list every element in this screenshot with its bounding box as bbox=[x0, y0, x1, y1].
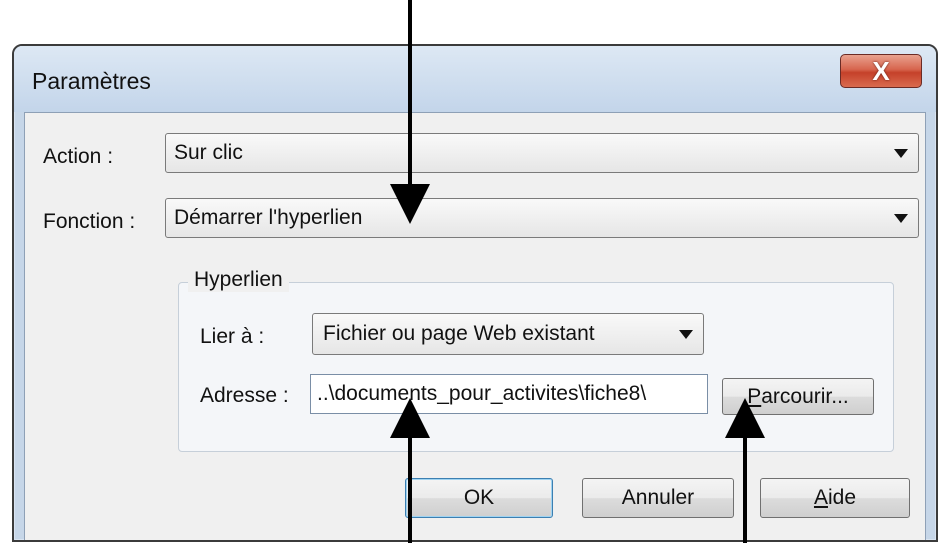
parcourir-button[interactable]: Parcourir... bbox=[722, 378, 874, 415]
close-icon: X bbox=[872, 56, 890, 86]
adresse-input[interactable]: ..\documents_pour_activites\fiche8\ bbox=[310, 374, 708, 414]
action-select-value: Sur clic bbox=[174, 141, 243, 164]
annuler-button-label: Annuler bbox=[621, 486, 695, 509]
fonction-select-value: Démarrer l'hyperlien bbox=[174, 206, 363, 229]
ok-button[interactable]: OK bbox=[405, 478, 553, 518]
dialog-title: Paramètres bbox=[32, 68, 151, 94]
parcourir-button-label: Parcourir... bbox=[747, 384, 849, 408]
fonction-label: Fonction : bbox=[43, 210, 136, 233]
close-button[interactable]: X bbox=[840, 54, 922, 88]
chevron-down-icon bbox=[894, 214, 908, 223]
ok-button-label: OK bbox=[463, 486, 495, 509]
lier-a-select-value: Fichier ou page Web existant bbox=[323, 322, 595, 345]
hyperlien-group-title: Hyperlien bbox=[188, 268, 289, 292]
aide-button-label: Aide bbox=[813, 486, 857, 509]
aide-button[interactable]: Aide bbox=[760, 478, 910, 518]
fonction-select[interactable]: Démarrer l'hyperlien bbox=[165, 198, 919, 238]
annuler-button[interactable]: Annuler bbox=[582, 478, 734, 518]
adresse-label: Adresse : bbox=[200, 384, 289, 407]
action-select[interactable]: Sur clic bbox=[165, 133, 919, 173]
chevron-down-icon bbox=[679, 330, 693, 339]
chevron-down-icon bbox=[894, 149, 908, 158]
lier-a-label: Lier à : bbox=[200, 325, 265, 348]
hyperlien-groupbox bbox=[178, 282, 894, 452]
lier-a-select[interactable]: Fichier ou page Web existant bbox=[312, 313, 704, 355]
title-bar[interactable]: Paramètres X bbox=[14, 46, 936, 112]
action-label: Action : bbox=[43, 145, 114, 168]
